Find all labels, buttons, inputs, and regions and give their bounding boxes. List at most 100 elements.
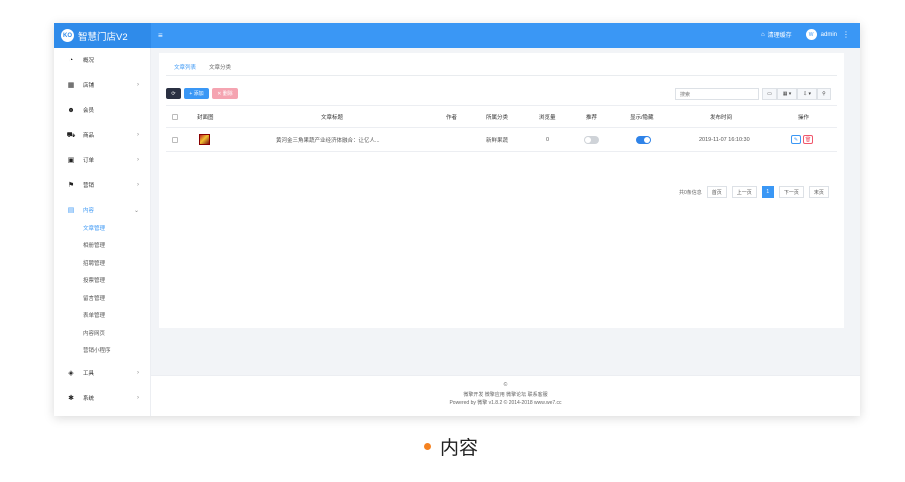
visible-toggle[interactable] (636, 128, 651, 151)
sidebar-subitem-forms[interactable]: 表单管理 (83, 311, 105, 319)
search-input[interactable]: 搜索 (675, 88, 759, 100)
users-icon: ☻ (67, 106, 75, 114)
sidebar-item-orders[interactable]: ▣ 订单 › (54, 153, 151, 167)
sidebar-item-label: 订单 (83, 158, 95, 164)
tab-article-list[interactable]: 文章列表 (169, 61, 202, 76)
logo-icon: KO (61, 29, 74, 42)
sidebar-subitem-miniapp[interactable]: 营销小程序 (83, 346, 111, 354)
row-checkbox[interactable] (172, 128, 178, 151)
sidebar-subitem-articles[interactable]: 文章管理 (83, 224, 105, 232)
recommend-toggle[interactable] (584, 128, 599, 151)
sidebar-item-label: 会员 (83, 108, 95, 114)
edit-icon[interactable]: ✎ (791, 135, 801, 144)
sidebar-subitem-votes[interactable]: 投票管理 (83, 276, 105, 284)
avatar[interactable]: W (805, 29, 817, 40)
clear-cache-label: 清理缓存 (767, 33, 792, 39)
logo[interactable]: KO 智慧门店V2 (54, 23, 151, 48)
sidebar-item-products[interactable]: ⛟ 商品 › (54, 128, 151, 142)
col-time: 发布时间 (710, 114, 733, 121)
user-name[interactable]: admin (821, 32, 837, 38)
chevron-right-icon: › (137, 132, 139, 138)
col-visible: 显示/隐藏 (630, 114, 654, 121)
toolbar: ⟳ + 添加 ✕ 删除 (166, 88, 241, 99)
col-title: 文章标题 (321, 114, 344, 121)
tab-article-category[interactable]: 文章分类 (204, 61, 236, 76)
first-page-button[interactable]: 首页 (706, 186, 727, 198)
footer-links[interactable]: 微擎开发 微擎应用 微擎论坛 联系客服 (151, 391, 860, 398)
app-title: 智慧门店V2 (78, 31, 128, 43)
app-window: KO 智慧门店V2 ≡ ⌂ 清理缓存 W admin ⋮ ◔ 概况 ▦ 店铺 ›… (54, 23, 860, 416)
refresh-button[interactable]: ⟳ (166, 88, 181, 99)
current-page-button[interactable]: 1 (761, 186, 774, 198)
col-category: 所属分类 (486, 114, 509, 121)
delete-button[interactable]: ✕ 删除 (212, 88, 238, 99)
table-header: 封面图 文章标题 作者 所属分类 浏览量 推荐 显示/隐藏 发布时间 操作 (166, 105, 837, 128)
content-panel: 文章列表 文章分类 ⟳ + 添加 ✕ 删除 搜索 ▭ ▦ ▾ ⇩ ▾ ⚲ 封面图… (159, 53, 844, 328)
article-table: 封面图 文章标题 作者 所属分类 浏览量 推荐 显示/隐藏 发布时间 操作 黄河… (166, 105, 837, 152)
sidebar-item-members[interactable]: ☻ 会员 (54, 103, 151, 117)
clear-cache-button[interactable]: ⌂ 清理缓存 (761, 30, 792, 40)
sidebar-subitem-messages[interactable]: 留言管理 (83, 294, 105, 302)
chevron-right-icon: › (137, 370, 139, 376)
cart-icon: ⛟ (66, 131, 76, 139)
caption-dot (424, 443, 431, 450)
sidebar-item-label: 店铺 (83, 83, 95, 89)
menu-toggle-icon[interactable]: ≡ (158, 31, 163, 40)
search-icon[interactable]: ⚲ (817, 88, 831, 100)
toggle-view-icon[interactable]: ▭ (762, 88, 777, 100)
more-icon[interactable]: ⋮ (842, 30, 850, 39)
chevron-right-icon: › (137, 182, 139, 188)
sidebar-item-system[interactable]: ✱ 系统 › (54, 391, 151, 405)
dashboard-icon: ◔ (68, 56, 74, 64)
trash-icon[interactable]: 🗑 (803, 135, 813, 144)
sidebar-subitem-jobs[interactable]: 招聘管理 (83, 259, 105, 267)
gear-icon: ✱ (68, 395, 74, 402)
row-actions: ✎ 🗑 (791, 128, 815, 151)
sidebar-item-store[interactable]: ▦ 店铺 › (54, 78, 151, 92)
chevron-down-icon: ⌄ (133, 207, 139, 214)
pagination: 共0条信息 首页 上一页 1 下一页 末页 (679, 186, 829, 198)
chevron-right-icon: › (137, 157, 139, 163)
sidebar-item-tools[interactable]: ◈ 工具 › (54, 366, 151, 380)
top-right-area: ⌂ 清理缓存 W admin ⋮ (761, 29, 850, 40)
home-icon: ⌂ (761, 31, 765, 38)
order-icon: ▣ (67, 157, 75, 164)
sidebar-item-label: 营销 (83, 183, 95, 189)
col-views: 浏览量 (539, 114, 556, 121)
table-tools: ▭ ▦ ▾ ⇩ ▾ ⚲ (762, 88, 831, 100)
sidebar-item-content[interactable]: ▤ 内容 ⌄ (54, 203, 151, 217)
tab-divider (166, 75, 837, 76)
grid-icon: ▦ (67, 82, 75, 89)
select-all-checkbox[interactable] (172, 106, 178, 127)
tab-bar: 文章列表 文章分类 (169, 61, 239, 76)
caption-text: 内容 (440, 437, 479, 459)
row-views: 0 (546, 136, 550, 143)
document-icon: ▤ (67, 207, 75, 214)
col-recommend: 推荐 (586, 114, 598, 121)
prev-page-button[interactable]: 上一页 (731, 186, 757, 198)
footer-icon: © (503, 382, 508, 388)
col-cover: 封面图 (197, 114, 214, 121)
sidebar-item-label: 工具 (83, 371, 95, 377)
sidebar-item-overview[interactable]: ◔ 概况 (54, 53, 151, 67)
sidebar-item-label: 商品 (83, 133, 95, 139)
next-page-button[interactable]: 下一页 (778, 186, 804, 198)
sidebar-item-label: 概况 (83, 58, 95, 64)
chevron-right-icon: › (137, 82, 139, 88)
caption: 内容 (424, 433, 478, 460)
col-actions: 操作 (798, 114, 810, 121)
col-author: 作者 (446, 114, 458, 121)
add-button[interactable]: + 添加 (184, 88, 209, 99)
sidebar-subitem-pages[interactable]: 内容网页 (83, 329, 105, 337)
sidebar-item-label: 内容 (83, 208, 95, 214)
export-icon[interactable]: ⇩ ▾ (797, 88, 817, 100)
last-page-button[interactable]: 末页 (808, 186, 829, 198)
pagination-info: 共0条信息 (679, 189, 702, 196)
row-title[interactable]: 黄河金三角果蔬产业经济体融合：让亿人... (276, 128, 380, 151)
cover-thumbnail (199, 128, 210, 151)
columns-icon[interactable]: ▦ ▾ (777, 88, 797, 100)
sidebar-item-marketing[interactable]: ⚑ 营销 › (54, 178, 151, 192)
row-time: 2019-11-07 16:10:30 (699, 136, 750, 143)
top-navbar: KO 智慧门店V2 ≡ ⌂ 清理缓存 W admin ⋮ (54, 23, 860, 48)
sidebar-subitem-albums[interactable]: 相册管理 (83, 241, 105, 249)
